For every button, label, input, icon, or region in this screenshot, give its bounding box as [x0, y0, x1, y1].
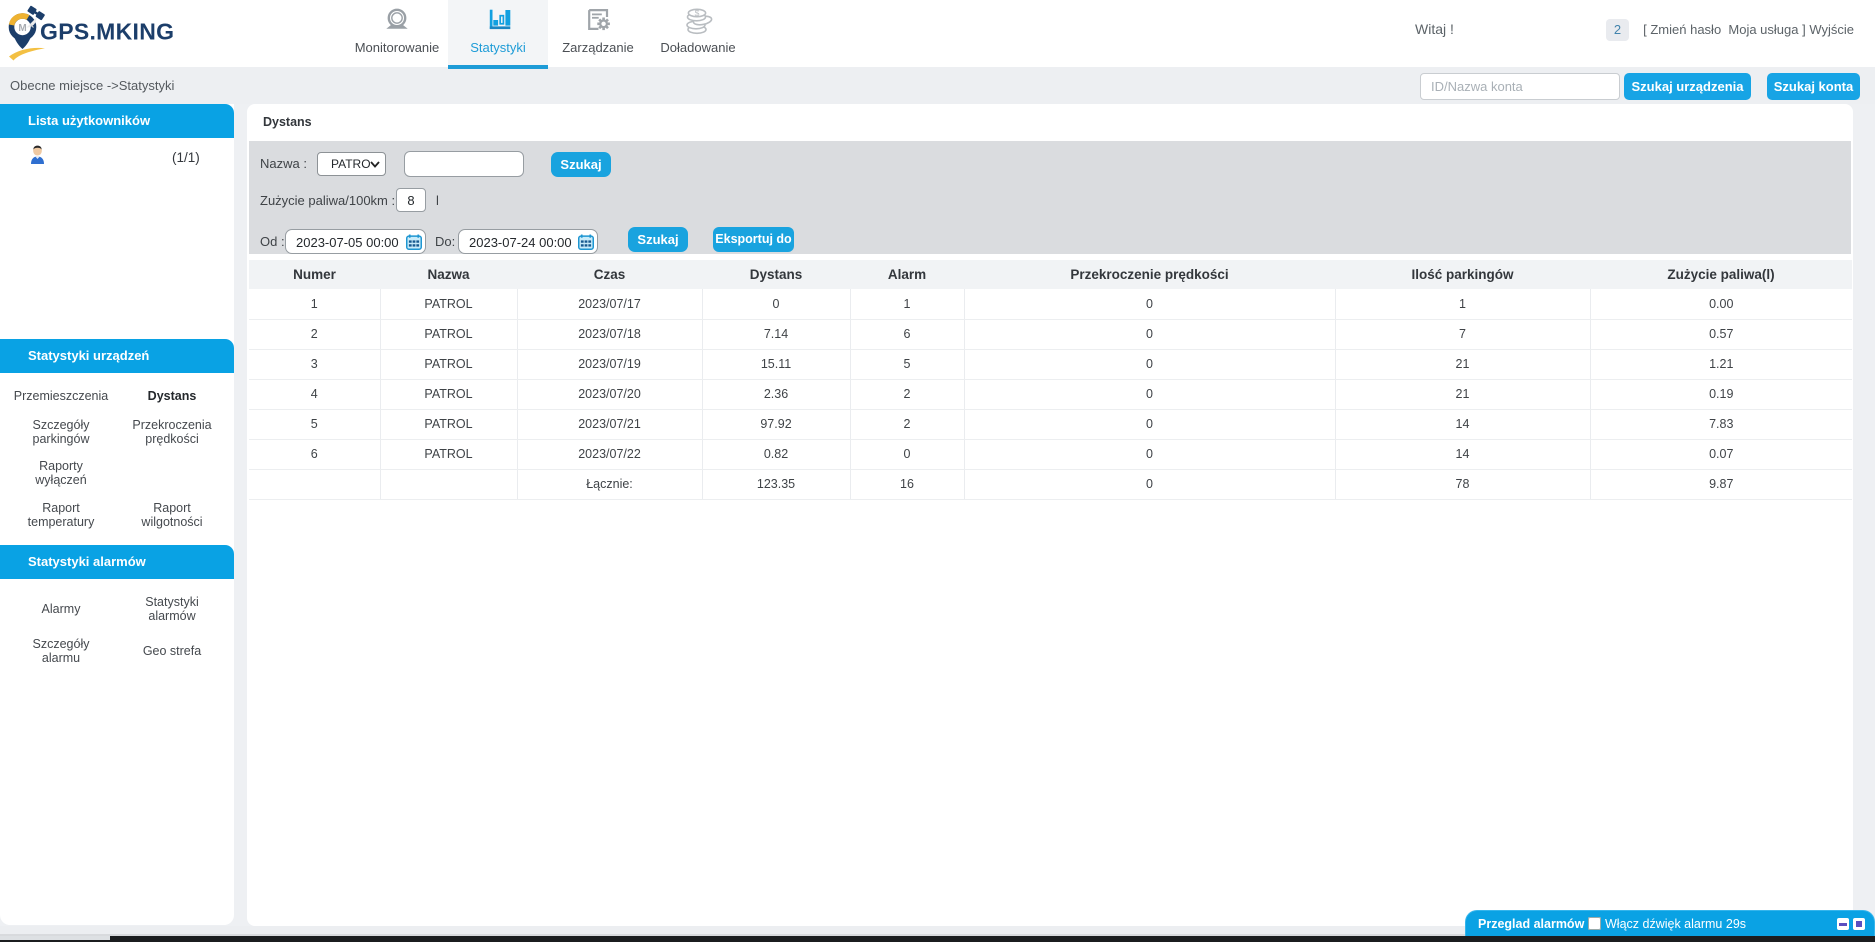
svg-text:$: $	[695, 8, 700, 18]
svg-text:M: M	[18, 23, 26, 34]
svg-text:GPS.MKING: GPS.MKING	[40, 19, 174, 45]
